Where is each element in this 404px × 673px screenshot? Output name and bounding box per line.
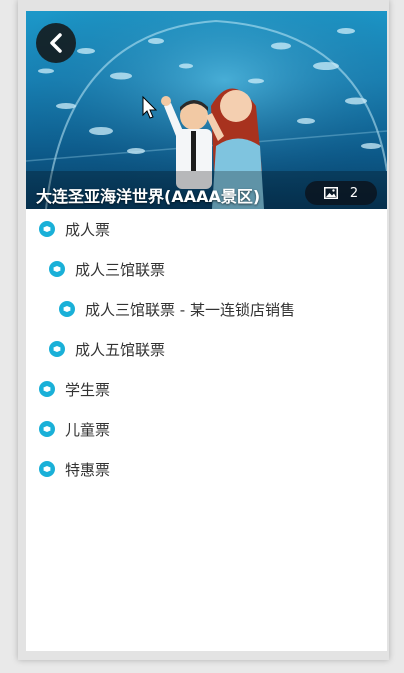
ticket-label: 学生票	[65, 380, 111, 399]
image-icon	[323, 187, 338, 199]
ticket-item-student[interactable]: 学生票	[26, 369, 387, 409]
ticket-label: 特惠票	[65, 460, 111, 479]
ticket-icon	[39, 461, 55, 477]
ticket-item-adult-three-hall-chain[interactable]: 成人三馆联票 - 某一连锁店销售	[26, 289, 387, 329]
ticket-icon	[59, 301, 75, 317]
ticket-item-adult-five-hall[interactable]: 成人五馆联票	[26, 329, 387, 369]
ticket-label: 成人票	[65, 220, 111, 239]
ticket-type-list: 成人票 成人三馆联票 成人三馆联票 - 某一连锁店销售 成人五馆联票 学生票 儿…	[26, 209, 387, 489]
attraction-title: 大连圣亚海洋世界(AAAA景区)	[36, 187, 261, 206]
ticket-item-adult[interactable]: 成人票	[26, 209, 387, 249]
ticket-label: 儿童票	[65, 420, 111, 439]
hero-banner[interactable]: 大连圣亚海洋世界(AAAA景区) 2	[26, 11, 387, 209]
ticket-label: 成人五馆联票	[75, 340, 166, 359]
photo-count: 2	[349, 185, 359, 201]
ticket-label: 成人三馆联票 - 某一连锁店销售	[85, 300, 295, 319]
ticket-icon	[49, 341, 65, 357]
device-frame: 大连圣亚海洋世界(AAAA景区) 2 成人票 成人三馆联票 成人三馆联票 - 某…	[18, 0, 389, 660]
aquarium-photo	[26, 11, 387, 209]
ticket-icon	[39, 421, 55, 437]
chevron-left-icon	[50, 33, 62, 53]
photo-gallery-button[interactable]: 2	[305, 181, 377, 205]
ticket-label: 成人三馆联票	[75, 260, 166, 279]
ticket-icon	[39, 221, 55, 237]
ticket-icon	[39, 381, 55, 397]
ticket-icon	[49, 261, 65, 277]
ticket-item-special[interactable]: 特惠票	[26, 449, 387, 489]
ticket-item-child[interactable]: 儿童票	[26, 409, 387, 449]
app-screen: 大连圣亚海洋世界(AAAA景区) 2 成人票 成人三馆联票 成人三馆联票 - 某…	[26, 11, 387, 651]
back-button[interactable]	[36, 23, 76, 63]
ticket-item-adult-three-hall[interactable]: 成人三馆联票	[26, 249, 387, 289]
